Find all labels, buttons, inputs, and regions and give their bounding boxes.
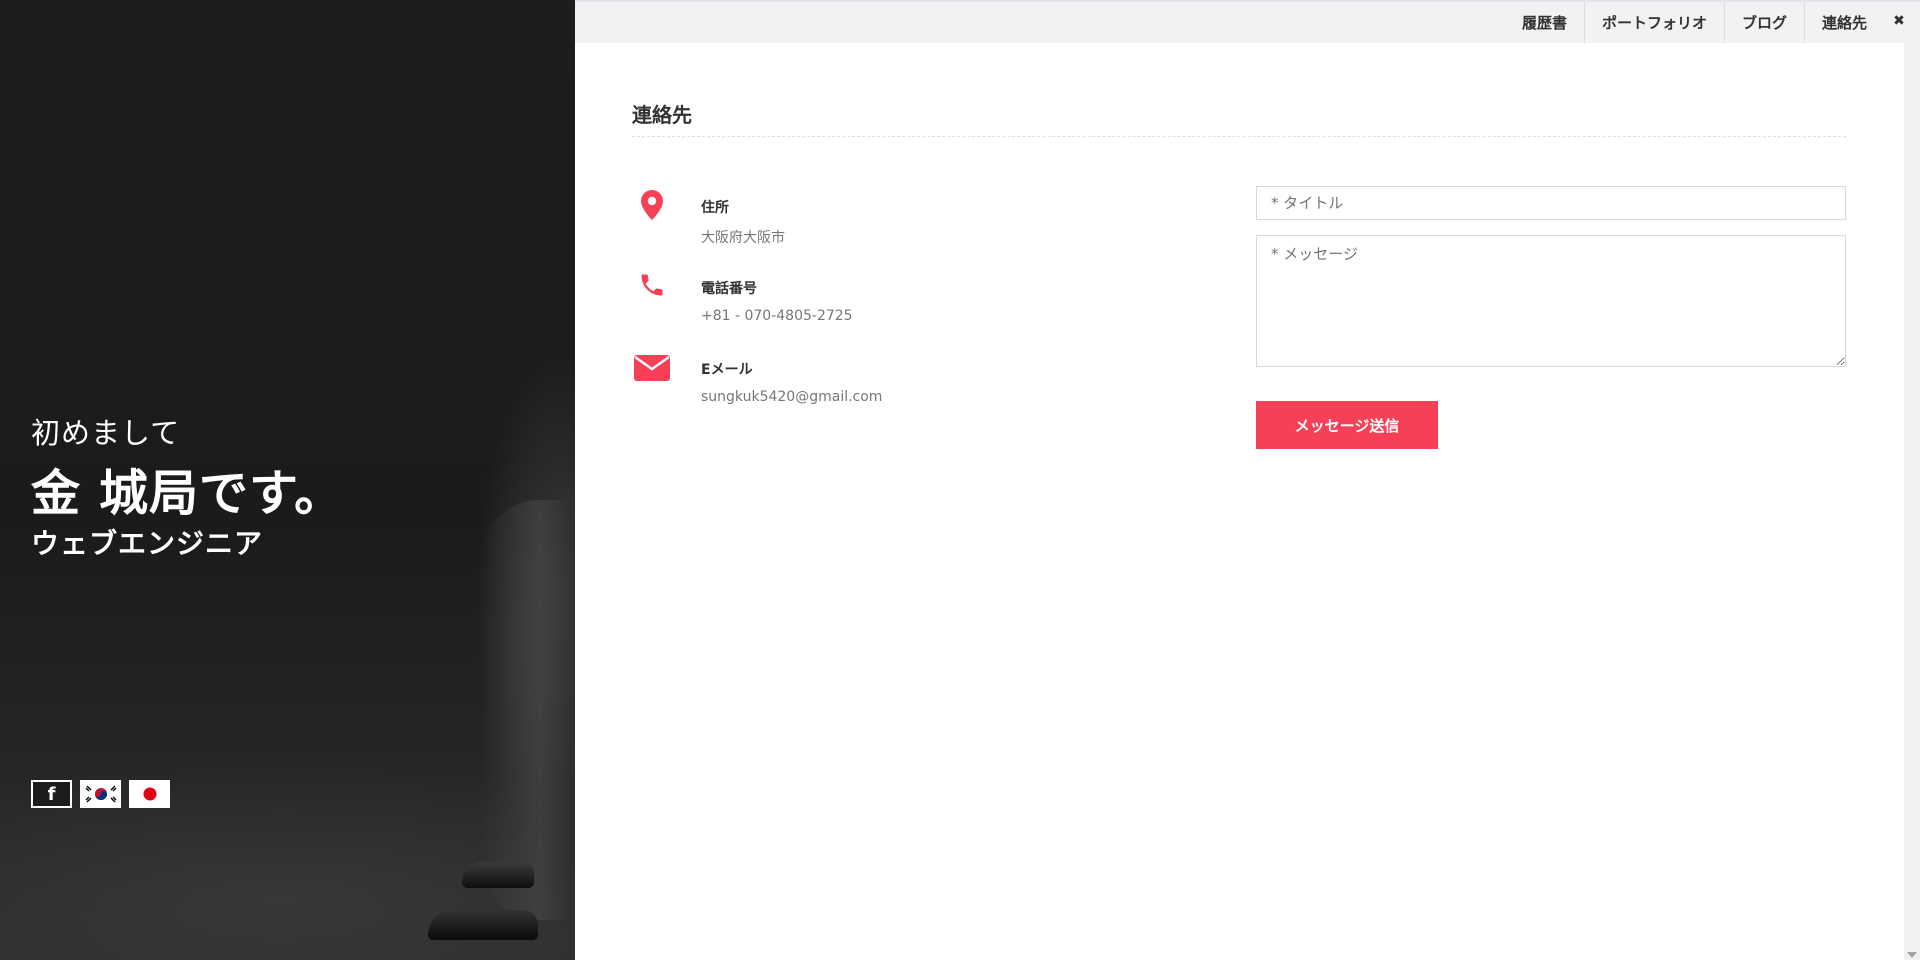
social-links: f [31,780,170,808]
close-icon[interactable]: ✖ [1888,10,1910,32]
hero-background-shoe [462,862,534,888]
address-value: 大阪府大阪市 [701,230,785,246]
top-navigation: 履歴書 ポートフォリオ ブログ 連絡先 ✖ [575,0,1920,43]
page-title: 連絡先 [632,103,692,127]
contact-info-address: 住所 大阪府大阪市 [632,190,1132,250]
contact-info-email: Eメール sungkuk5420@gmail.com [632,352,1132,412]
japan-flag-icon [131,782,168,806]
scrollbar-thumb[interactable] [1907,47,1917,947]
hero-job-title: ウェブエンジニア [31,527,264,560]
hero-background-figure [480,500,575,920]
korean-language-button[interactable] [80,780,121,808]
scrollbar[interactable] [1904,43,1920,960]
email-label: Eメール [701,362,753,378]
nav-item-portfolio[interactable]: ポートフォリオ [1583,2,1724,43]
hero-name: 金 城局です。 [31,465,345,522]
hero-greeting: 初めまして [31,416,181,450]
hero-panel: 初めまして 金 城局です。 ウェブエンジニア f [0,0,575,960]
contact-section: 連絡先 住所 大阪府大阪市 電話番号 +81 - 070-4805-2725 E… [575,43,1904,960]
map-pin-icon [632,190,672,224]
send-message-button[interactable]: メッセージ送信 [1256,401,1438,449]
facebook-icon: f [47,783,56,805]
facebook-button[interactable]: f [31,780,72,808]
address-label: 住所 [701,200,729,216]
nav-item-blog[interactable]: ブログ [1723,2,1804,43]
title-input[interactable] [1256,186,1846,220]
phone-value: +81 - 070-4805-2725 [701,308,853,324]
hero-background-shoe [428,910,538,940]
message-textarea[interactable] [1256,235,1846,367]
nav-menu: 履歴書 ポートフォリオ ブログ 連絡先 [1505,2,1884,43]
korea-flag-icon [82,782,119,806]
nav-item-contact[interactable]: 連絡先 [1803,2,1884,43]
envelope-icon [632,352,672,386]
scroll-down-arrow-icon[interactable] [1907,952,1917,958]
nav-item-resume[interactable]: 履歴書 [1505,2,1584,43]
email-value: sungkuk5420@gmail.com [701,389,883,405]
contact-info-phone: 電話番号 +81 - 070-4805-2725 [632,271,1132,331]
title-divider [632,136,1846,137]
phone-icon [632,271,672,305]
contact-form: メッセージ送信 [1256,186,1846,449]
japanese-language-button[interactable] [129,780,170,808]
phone-label: 電話番号 [701,281,757,297]
